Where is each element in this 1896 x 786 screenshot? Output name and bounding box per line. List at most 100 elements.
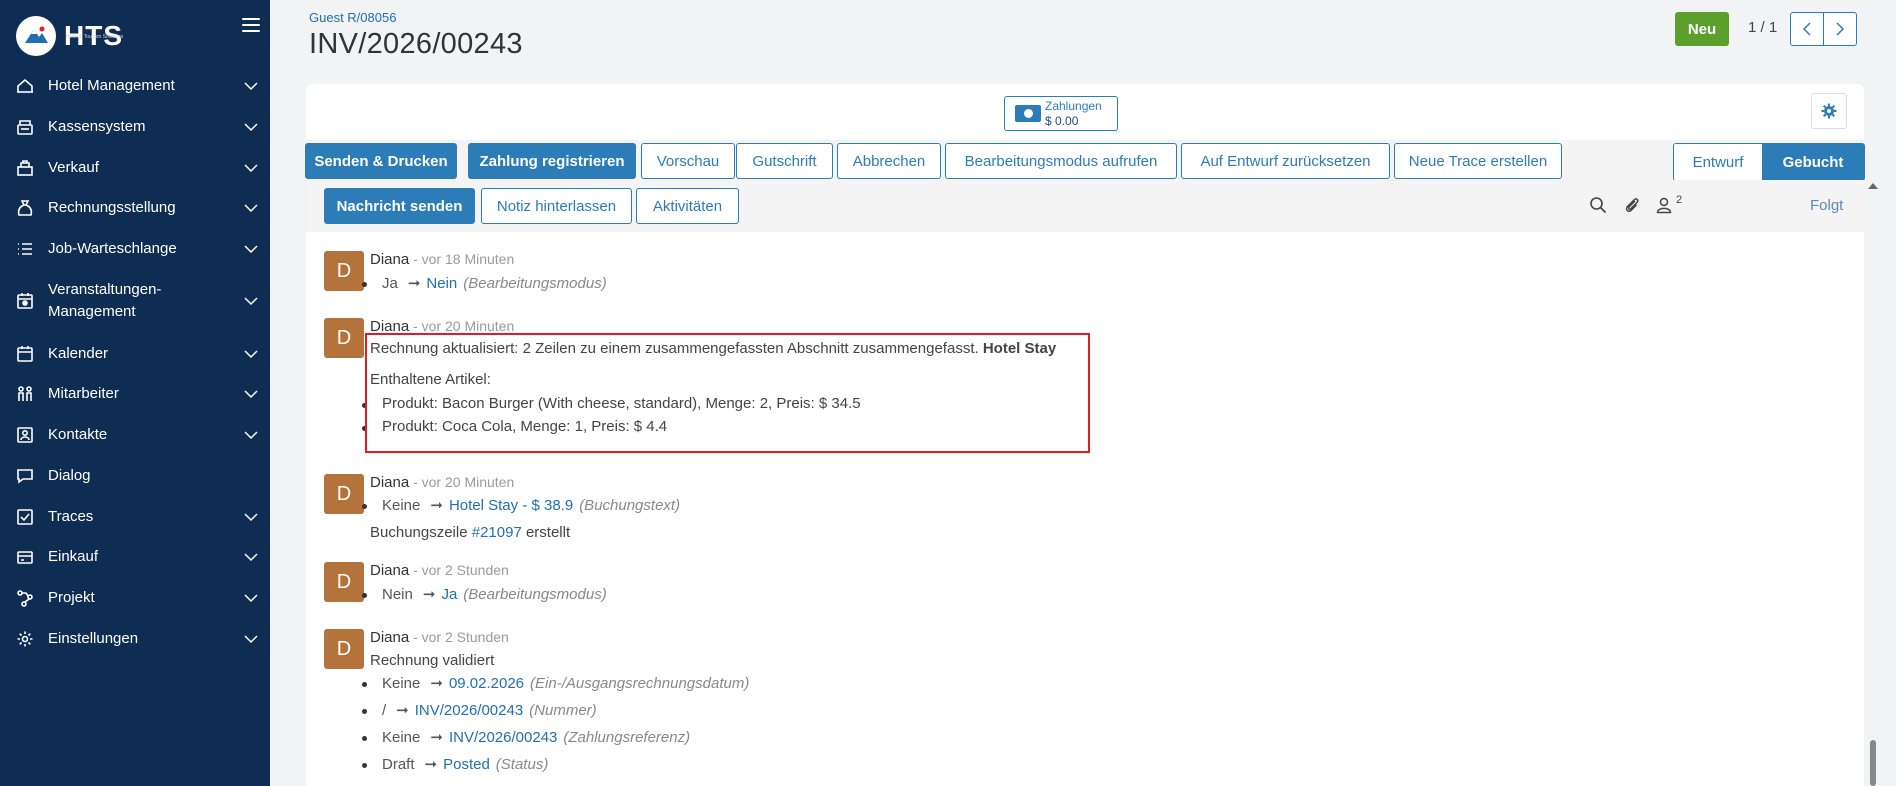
message-author: Diana - vor 2 Stunden: [370, 629, 509, 646]
avatar[interactable]: D: [324, 474, 364, 514]
cash-register-icon: [16, 118, 34, 136]
avatar[interactable]: D: [324, 562, 364, 602]
chevron-down-icon: [244, 594, 258, 602]
menu-toggle-icon[interactable]: [242, 18, 260, 32]
list-icon: [16, 240, 34, 258]
payments-value: $ 0.00: [1045, 114, 1079, 128]
avatar[interactable]: D: [324, 629, 364, 669]
invoice-bag-icon: [16, 199, 34, 217]
sales-icon: [16, 159, 34, 177]
sidebar-item-label: Einstellungen: [48, 629, 139, 647]
chevron-down-icon: [244, 164, 258, 172]
edit-mode-button[interactable]: Bearbeitungsmodus aufrufen: [945, 143, 1177, 179]
sidebar-item-kontakte[interactable]: Kontakte: [0, 415, 270, 456]
chevron-down-icon: [244, 635, 258, 643]
chat-icon: [16, 467, 34, 485]
sidebar-item-label: Projekt: [48, 588, 95, 606]
tracking-value: Nein ➞ Ja (Bearbeitungsmodus): [362, 586, 607, 603]
cancel-button[interactable]: Abbrechen: [837, 143, 941, 179]
tracking-value: Ja ➞ Nein (Bearbeitungsmodus): [362, 275, 607, 292]
sidebar-nav: Hotel Management Kassensystem Verkauf Re…: [0, 66, 270, 659]
sidebar-item-label: Kontakte: [48, 426, 108, 444]
tracking-value: Draft ➞ Posted (Status): [361, 756, 549, 773]
settings-button[interactable]: [1811, 93, 1847, 129]
sidebar-item-label: Einkauf: [48, 548, 99, 566]
payments-label: Zahlungen: [1045, 99, 1102, 113]
logo-subtitle: Hotel & Tourism Solutions: [66, 34, 124, 40]
pager-counter: 1 / 1: [1748, 19, 1778, 36]
chevron-down-icon: [244, 123, 258, 132]
preview-button[interactable]: Vorschau: [641, 143, 735, 179]
money-icon: [1015, 105, 1041, 122]
chevron-down-icon: [244, 204, 258, 213]
sidebar-item-label: Dialog: [48, 466, 91, 484]
message-body: Buchungszeile #21097 erstellt: [370, 524, 571, 541]
sidebar-item-einstellungen[interactable]: Einstellungen: [0, 618, 270, 659]
sidebar-item-label: Rechnungsstellung: [48, 199, 176, 217]
send-message-button[interactable]: Nachricht senden: [324, 188, 475, 224]
scroll-up-arrow-icon[interactable]: [1868, 183, 1878, 189]
chevron-down-icon: [244, 350, 258, 358]
sidebar-item-kassensystem[interactable]: Kassensystem: [0, 107, 270, 148]
breadcrumb[interactable]: Guest R/08056: [309, 10, 396, 25]
follow-toggle[interactable]: Folgt: [1810, 197, 1843, 214]
sidebar-item-einkauf[interactable]: Einkauf: [0, 537, 270, 578]
sidebar-item-mitarbeiter[interactable]: Mitarbeiter: [0, 374, 270, 415]
next-record-button[interactable]: [1823, 12, 1857, 46]
sidebar-item-rechnungsstellung[interactable]: Rechnungsstellung: [0, 188, 270, 229]
employees-icon: [16, 385, 34, 403]
sidebar-item-label: Hotel Management: [48, 77, 175, 95]
sidebar-item-label: Job-Warteschlange: [48, 240, 177, 258]
sidebar: HTS Hotel & Tourism Solutions Hotel Mana…: [0, 0, 270, 786]
chevron-right-icon: [1836, 22, 1845, 36]
chevron-down-icon: [244, 297, 258, 306]
sidebar-item-label: Kassensystem: [48, 118, 146, 136]
sidebar-item-label: Kalender: [48, 344, 109, 362]
activities-button[interactable]: Aktivitäten: [636, 188, 739, 224]
status-bar: Entwurf Gebucht: [1673, 143, 1865, 181]
event-icon: [16, 292, 34, 310]
project-icon: [16, 589, 34, 607]
status-posted[interactable]: Gebucht: [1762, 144, 1864, 180]
new-trace-button[interactable]: Neue Trace erstellen: [1394, 143, 1562, 179]
gear-icon: [1821, 103, 1837, 119]
hotel-icon: [16, 77, 34, 95]
page-title: INV/2026/00243: [309, 28, 523, 60]
previous-record-button[interactable]: [1790, 12, 1824, 46]
avatar[interactable]: D: [324, 251, 364, 291]
sidebar-item-hotel-management[interactable]: Hotel Management: [0, 66, 270, 107]
sidebar-item-kalender[interactable]: Kalender: [0, 333, 270, 374]
reset-to-draft-button[interactable]: Auf Entwurf zurücksetzen: [1181, 143, 1390, 179]
tracking-value: Keine ➞ 09.02.2026 (Ein-/Ausgangsrechnungsd…: [361, 675, 750, 692]
sidebar-item-projekt[interactable]: Projekt: [0, 578, 270, 619]
log-note-button[interactable]: Notiz hinterlassen: [481, 188, 632, 224]
followers-icon[interactable]: [1655, 196, 1673, 214]
new-button[interactable]: Neu: [1675, 12, 1729, 46]
register-payment-button[interactable]: Zahlung registrieren: [468, 143, 636, 179]
status-draft[interactable]: Entwurf: [1674, 144, 1762, 180]
message-author: Diana - vor 20 Minuten: [370, 474, 515, 491]
avatar[interactable]: D: [324, 318, 364, 358]
scrollbar[interactable]: [1870, 740, 1876, 786]
chevron-down-icon: [244, 431, 258, 440]
sidebar-item-verkauf[interactable]: Verkauf: [0, 147, 270, 188]
sidebar-item-job-warteschlange[interactable]: Job-Warteschlange: [0, 229, 270, 270]
paperclip-icon[interactable]: [1623, 196, 1641, 214]
sidebar-item-traces[interactable]: Traces: [0, 496, 270, 537]
highlight-box: [365, 333, 1090, 453]
message-author: Diana - vor 2 Stunden: [370, 562, 509, 579]
payments-smart-button[interactable]: Zahlungen $ 0.00: [1004, 96, 1118, 131]
sidebar-item-dialog[interactable]: Dialog: [0, 456, 270, 497]
search-icon[interactable]: [1589, 196, 1607, 214]
send-print-button[interactable]: Senden & Drucken: [305, 143, 457, 179]
follower-count: 2: [1676, 194, 1683, 206]
chevron-down-icon: [244, 82, 258, 91]
sidebar-item-label: Verkauf: [48, 158, 99, 176]
message-body: Rechnung validiert: [370, 652, 495, 669]
chevron-down-icon: [244, 513, 258, 521]
tracking-value: / ➞ INV/2026/00243 (Nummer): [362, 702, 597, 719]
move-line-link[interactable]: #21097: [472, 524, 522, 541]
credit-note-button[interactable]: Gutschrift: [736, 143, 833, 179]
sidebar-item-veranstaltungen[interactable]: Veranstaltungen-Management: [0, 269, 270, 333]
sidebar-item-label: Veranstaltungen-Management: [48, 281, 162, 321]
